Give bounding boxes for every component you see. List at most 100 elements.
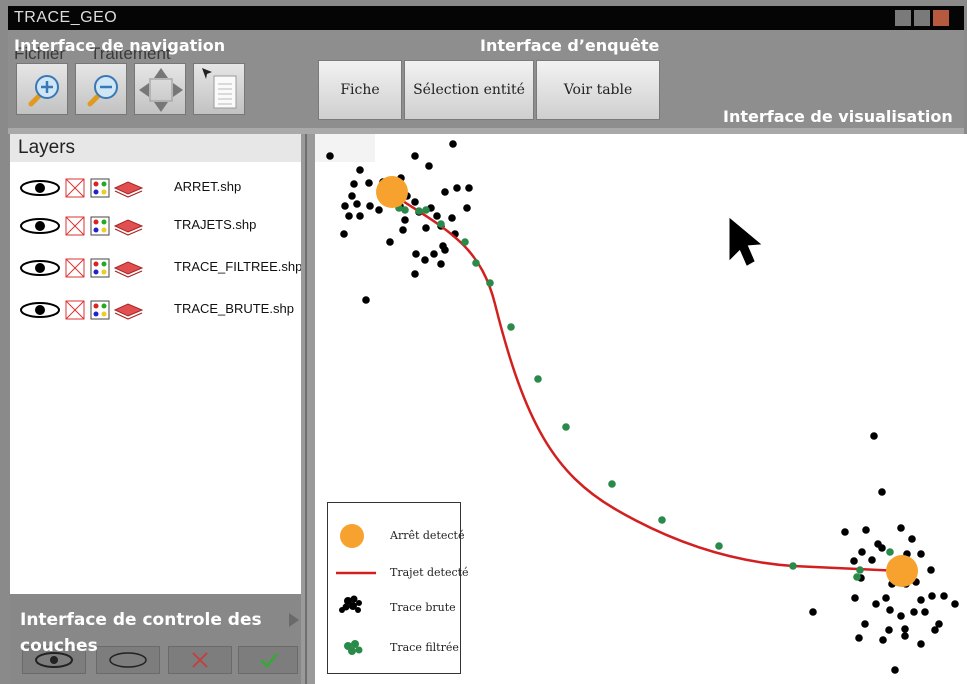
raw-trace-point: [353, 200, 361, 208]
filtered-trace-point: [886, 548, 894, 556]
raw-trace-point: [921, 608, 929, 616]
raw-trace-point: [870, 432, 878, 440]
raw-trace-point: [401, 216, 409, 224]
raw-trace-point: [940, 592, 948, 600]
close-button[interactable]: [933, 10, 949, 26]
raw-trace-point: [917, 550, 925, 558]
raw-trace-point: [908, 535, 916, 543]
filtered-trace-point: [608, 480, 616, 488]
filtered-trace-point: [401, 206, 409, 214]
raw-trace-point: [809, 608, 817, 616]
raw-trace-point: [441, 246, 449, 254]
raw-trace-point: [861, 620, 869, 628]
raw-trace-point: [366, 202, 374, 210]
layer-row-trace-filtree[interactable]: TRACE_FILTREE.shp: [18, 256, 303, 280]
raw-trace-point: [868, 556, 876, 564]
raw-trace-point: [465, 184, 473, 192]
symbology-palette-icon: [90, 178, 110, 198]
legend-filtered-label: Trace filtrée: [390, 641, 459, 654]
select-icon: [202, 68, 237, 109]
pan-icon: [139, 68, 183, 112]
select-button[interactable]: [193, 63, 245, 115]
voir-table-button[interactable]: Voir table: [536, 60, 660, 120]
pan-button[interactable]: [134, 63, 186, 115]
raw-trace-point: [350, 180, 358, 188]
zoom-out-button[interactable]: [75, 63, 127, 115]
selection-entite-button[interactable]: Sélection entité: [404, 60, 534, 120]
raw-trace-point: [341, 202, 349, 210]
raw-trace-point: [897, 612, 905, 620]
filtered-trace-point: [853, 573, 861, 581]
raw-trace-point: [411, 198, 419, 206]
raw-trace-point: [356, 166, 364, 174]
panel-divider[interactable]: [301, 134, 315, 684]
filtered-trace-point: [461, 238, 469, 246]
layer-name: TRACE_FILTREE.shp: [174, 259, 303, 274]
layer-name: TRACE_BRUTE.shp: [174, 301, 294, 316]
zoom-in-button[interactable]: [16, 63, 68, 115]
delete-layer-button[interactable]: [168, 646, 232, 674]
raw-trace-point: [422, 224, 430, 232]
raw-trace-point: [463, 204, 471, 212]
raw-trace-point: [386, 238, 394, 246]
zoom-out-icon: [87, 75, 118, 107]
filtered-trace-point: [789, 562, 797, 570]
raw-trace-point: [858, 548, 866, 556]
stop-symbol-icon: [340, 524, 364, 548]
confirm-button[interactable]: [238, 646, 298, 674]
raw-trace-point: [917, 640, 925, 648]
raw-trace-point: [412, 250, 420, 258]
layers-panel: Layers ARRET.shp TRAJETS.shp TRACE_FILTR…: [10, 134, 303, 594]
visibility-eye-icon: [20, 260, 60, 276]
raw-trace-point: [872, 600, 880, 608]
detected-stop: [886, 555, 918, 587]
layer-name: ARRET.shp: [174, 179, 242, 194]
filtered-trace-point: [658, 516, 666, 524]
maximize-button[interactable]: [914, 10, 930, 26]
layer-row-arret[interactable]: ARRET.shp: [18, 176, 303, 200]
raw-trace-point: [453, 184, 461, 192]
raw-trace-point: [449, 140, 457, 148]
expand-arrow-icon[interactable]: [286, 610, 302, 630]
enquete-interface-label: Interface d’enquête: [480, 36, 660, 55]
raw-trace-symbol-icon: [339, 595, 362, 613]
visibility-eye-icon: [20, 218, 60, 234]
raw-trace-point: [425, 162, 433, 170]
filtered-trace-point: [437, 220, 445, 228]
raw-trace-point: [441, 188, 449, 196]
layer-row-trajets[interactable]: TRAJETS.shp: [18, 214, 303, 238]
minimize-button[interactable]: [895, 10, 911, 26]
filtered-trace-point: [715, 542, 723, 550]
raw-trace-point: [326, 152, 334, 160]
closed-eye-icon: [109, 652, 147, 668]
visibility-eye-icon: [20, 180, 60, 196]
layer-name: TRAJETS.shp: [174, 217, 257, 232]
controle-interface-label-1: Interface de controle des: [20, 610, 262, 630]
raw-trace-point: [433, 212, 441, 220]
legend-raw-label: Trace brute: [390, 601, 456, 614]
raw-trace-point: [437, 260, 445, 268]
hide-layer-button[interactable]: [96, 646, 160, 674]
raw-trace-point: [931, 626, 939, 634]
detected-stop: [376, 176, 408, 208]
layer-stack-icon: [113, 181, 144, 198]
filtered-trace-symbol-icon: [344, 640, 363, 655]
raw-trace-point: [411, 270, 419, 278]
layer-controls-icons: [20, 300, 144, 320]
raw-trace-point: [851, 594, 859, 602]
layer-controls-icons: [20, 216, 144, 236]
fiche-button[interactable]: Fiche: [318, 60, 402, 120]
x-icon: [192, 652, 208, 668]
filtered-trace-point: [562, 423, 570, 431]
title-bar: TRACE_GEO: [8, 6, 964, 30]
raw-trace-point: [927, 566, 935, 574]
layer-row-trace-brute[interactable]: TRACE_BRUTE.shp: [18, 298, 303, 322]
remove-layer-icon: [65, 216, 85, 236]
raw-trace-point: [917, 596, 925, 604]
raw-trace-point: [850, 557, 858, 565]
checkmark-icon: [260, 653, 278, 668]
remove-layer-icon: [65, 178, 85, 198]
symbology-palette-icon: [90, 258, 110, 278]
raw-trace-point: [340, 230, 348, 238]
layer-controls-icons: [20, 258, 144, 278]
